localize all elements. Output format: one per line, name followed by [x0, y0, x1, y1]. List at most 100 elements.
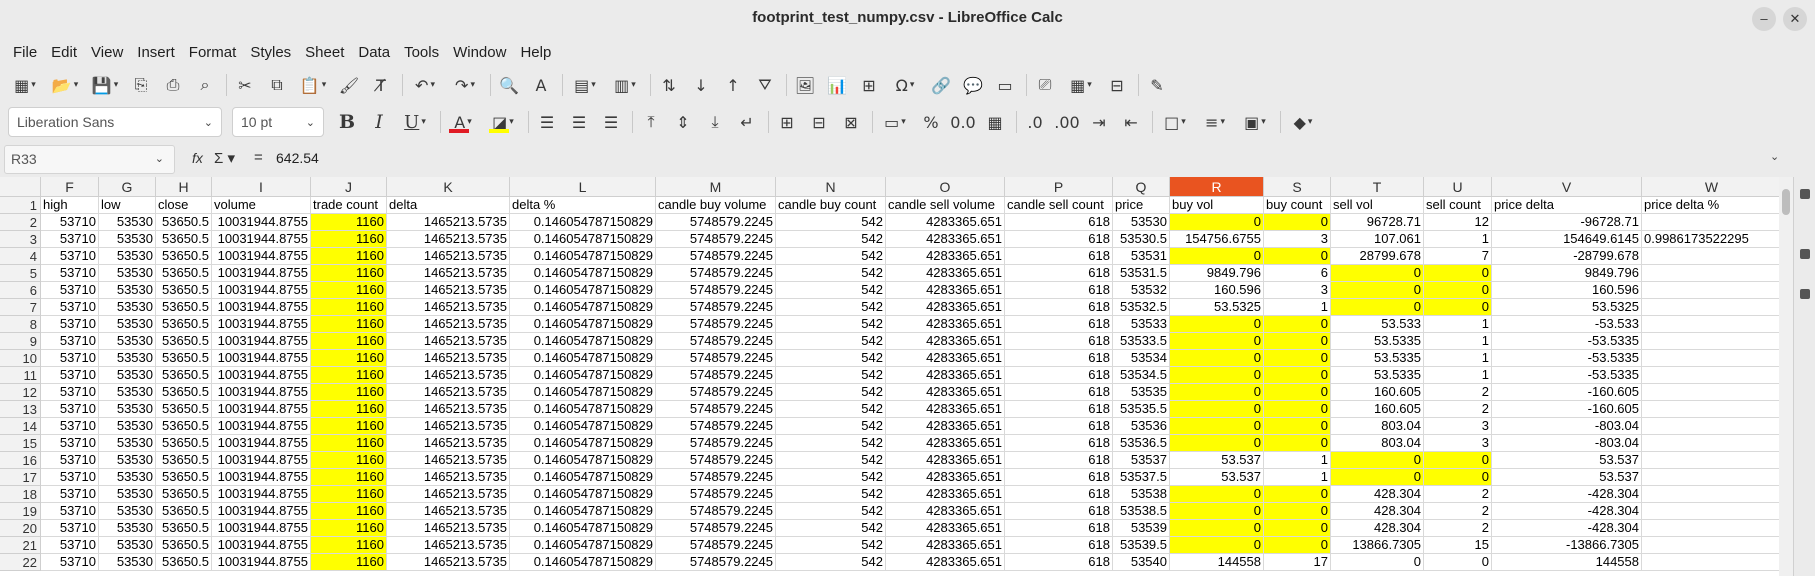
cell-candle-sell-volume[interactable]: 4283365.651: [886, 367, 1005, 384]
cell-candle-sell-count[interactable]: 618: [1005, 367, 1113, 384]
sum-icon[interactable]: Σ ▾: [214, 149, 235, 167]
cell-low[interactable]: 53530: [99, 333, 156, 350]
cell-price-delta[interactable]: 9849.796: [1492, 265, 1642, 282]
cell-high[interactable]: 53710: [41, 537, 99, 554]
row-header[interactable]: 21: [0, 537, 41, 554]
cell-candle-buy-volume[interactable]: 5748579.2245: [656, 452, 776, 469]
cell-price-delta[interactable]: -803.04: [1492, 418, 1642, 435]
cell-candle-buy-volume[interactable]: 5748579.2245: [656, 299, 776, 316]
clone-formatting-icon[interactable]: 🖌: [336, 72, 362, 98]
cell-sell-count[interactable]: 2: [1424, 486, 1492, 503]
cell-candle-sell-count[interactable]: 618: [1005, 248, 1113, 265]
cell-candle-sell-volume[interactable]: 4283365.651: [886, 265, 1005, 282]
align-center-icon[interactable]: ☰: [566, 109, 592, 135]
cell-sell-vol[interactable]: 53.5335: [1331, 367, 1424, 384]
menu-edit[interactable]: Edit: [44, 44, 84, 61]
cell-trade-count[interactable]: 1160: [311, 248, 387, 265]
merge-center-icon[interactable]: ⊞: [774, 109, 800, 135]
cell-close[interactable]: 53650.5: [156, 384, 212, 401]
cell-candle-buy-count[interactable]: 542: [776, 384, 886, 401]
cell-low[interactable]: 53530: [99, 214, 156, 231]
cell-delta-pct[interactable]: 0.146054787150829: [510, 401, 656, 418]
cell-trade-count[interactable]: 1160: [311, 418, 387, 435]
sort-ascending-icon[interactable]: ↓: [688, 72, 714, 98]
cell-candle-sell-count[interactable]: 618: [1005, 486, 1113, 503]
cell-sell-vol[interactable]: 0: [1331, 282, 1424, 299]
cell-trade-count[interactable]: 1160: [311, 554, 387, 571]
cell-candle-buy-count[interactable]: 542: [776, 299, 886, 316]
cell-close[interactable]: 53650.5: [156, 469, 212, 486]
cell-sell-count[interactable]: 2: [1424, 384, 1492, 401]
header-cell[interactable]: candle sell count: [1005, 197, 1113, 214]
cell-price[interactable]: 53531.5: [1113, 265, 1170, 282]
menu-view[interactable]: View: [84, 44, 130, 61]
column-header-o[interactable]: O: [886, 177, 1005, 197]
cell-sell-count[interactable]: 1: [1424, 350, 1492, 367]
properties-icon[interactable]: [1800, 189, 1810, 199]
cell-sell-count[interactable]: 0: [1424, 282, 1492, 299]
cell-close[interactable]: 53650.5: [156, 350, 212, 367]
header-cell[interactable]: close: [156, 197, 212, 214]
chevron-down-icon[interactable]: ⌄: [204, 116, 213, 129]
cell-sell-vol[interactable]: 53.533: [1331, 316, 1424, 333]
cell-buy-vol[interactable]: 53.537: [1170, 469, 1264, 486]
open-file-icon[interactable]: 📂 ▾: [48, 72, 82, 98]
unmerge-cells-icon[interactable]: ⊠: [838, 109, 864, 135]
cell-volume[interactable]: 10031944.8755: [212, 316, 311, 333]
copy-icon[interactable]: ⧉: [264, 72, 290, 98]
undo-icon[interactable]: ↶ ▾: [408, 72, 442, 98]
column-header-r[interactable]: R: [1170, 177, 1264, 197]
cell-delta-pct[interactable]: 0.146054787150829: [510, 316, 656, 333]
cell-close[interactable]: 53650.5: [156, 503, 212, 520]
cell-high[interactable]: 53710: [41, 231, 99, 248]
cell-volume[interactable]: 10031944.8755: [212, 299, 311, 316]
cell-buy-vol[interactable]: 53.5325: [1170, 299, 1264, 316]
column-header-n[interactable]: N: [776, 177, 886, 197]
cell-delta-pct[interactable]: 0.146054787150829: [510, 231, 656, 248]
cell-sell-vol[interactable]: 107.061: [1331, 231, 1424, 248]
cell-price-delta-pct[interactable]: [1642, 248, 1782, 265]
cell-volume[interactable]: 10031944.8755: [212, 469, 311, 486]
cell-volume[interactable]: 10031944.8755: [212, 520, 311, 537]
cell-candle-buy-volume[interactable]: 5748579.2245: [656, 503, 776, 520]
cell-buy-vol[interactable]: 0: [1170, 316, 1264, 333]
autofilter-icon[interactable]: ⛛: [752, 72, 778, 98]
cell-candle-buy-count[interactable]: 542: [776, 520, 886, 537]
cell-sell-count[interactable]: 0: [1424, 299, 1492, 316]
cell-candle-buy-count[interactable]: 542: [776, 435, 886, 452]
cell-delta[interactable]: 1465213.5735: [387, 503, 510, 520]
cell-candle-buy-volume[interactable]: 5748579.2245: [656, 367, 776, 384]
border-style-icon[interactable]: ≡ ▾: [1198, 109, 1232, 135]
cell-candle-sell-count[interactable]: 618: [1005, 265, 1113, 282]
cell-delta-pct[interactable]: 0.146054787150829: [510, 503, 656, 520]
cell-sell-vol[interactable]: 803.04: [1331, 418, 1424, 435]
cell-buy-vol[interactable]: 0: [1170, 435, 1264, 452]
cell-delta[interactable]: 1465213.5735: [387, 554, 510, 571]
cell-candle-buy-count[interactable]: 542: [776, 401, 886, 418]
cell-buy-vol[interactable]: 0: [1170, 214, 1264, 231]
cell-sell-vol[interactable]: 428.304: [1331, 503, 1424, 520]
borders-icon[interactable]: □ ▾: [1158, 109, 1192, 135]
cell-price-delta[interactable]: -28799.678: [1492, 248, 1642, 265]
header-cell[interactable]: price delta: [1492, 197, 1642, 214]
cell-candle-buy-count[interactable]: 542: [776, 265, 886, 282]
cell-close[interactable]: 53650.5: [156, 554, 212, 571]
cell-price-delta-pct[interactable]: [1642, 350, 1782, 367]
row-header[interactable]: 13: [0, 401, 41, 418]
cell-delta-pct[interactable]: 0.146054787150829: [510, 418, 656, 435]
header-cell[interactable]: buy count: [1264, 197, 1331, 214]
cell-candle-buy-volume[interactable]: 5748579.2245: [656, 384, 776, 401]
italic-icon[interactable]: I: [366, 109, 392, 135]
cell-price[interactable]: 53533.5: [1113, 333, 1170, 350]
column-header-f[interactable]: F: [41, 177, 99, 197]
cell-low[interactable]: 53530: [99, 503, 156, 520]
cell-close[interactable]: 53650.5: [156, 265, 212, 282]
cell-trade-count[interactable]: 1160: [311, 435, 387, 452]
cell-close[interactable]: 53650.5: [156, 401, 212, 418]
cell-delta-pct[interactable]: 0.146054787150829: [510, 486, 656, 503]
cell-volume[interactable]: 10031944.8755: [212, 554, 311, 571]
row-header[interactable]: 3: [0, 231, 41, 248]
cell-candle-sell-volume[interactable]: 4283365.651: [886, 282, 1005, 299]
cell-trade-count[interactable]: 1160: [311, 350, 387, 367]
cell-low[interactable]: 53530: [99, 418, 156, 435]
